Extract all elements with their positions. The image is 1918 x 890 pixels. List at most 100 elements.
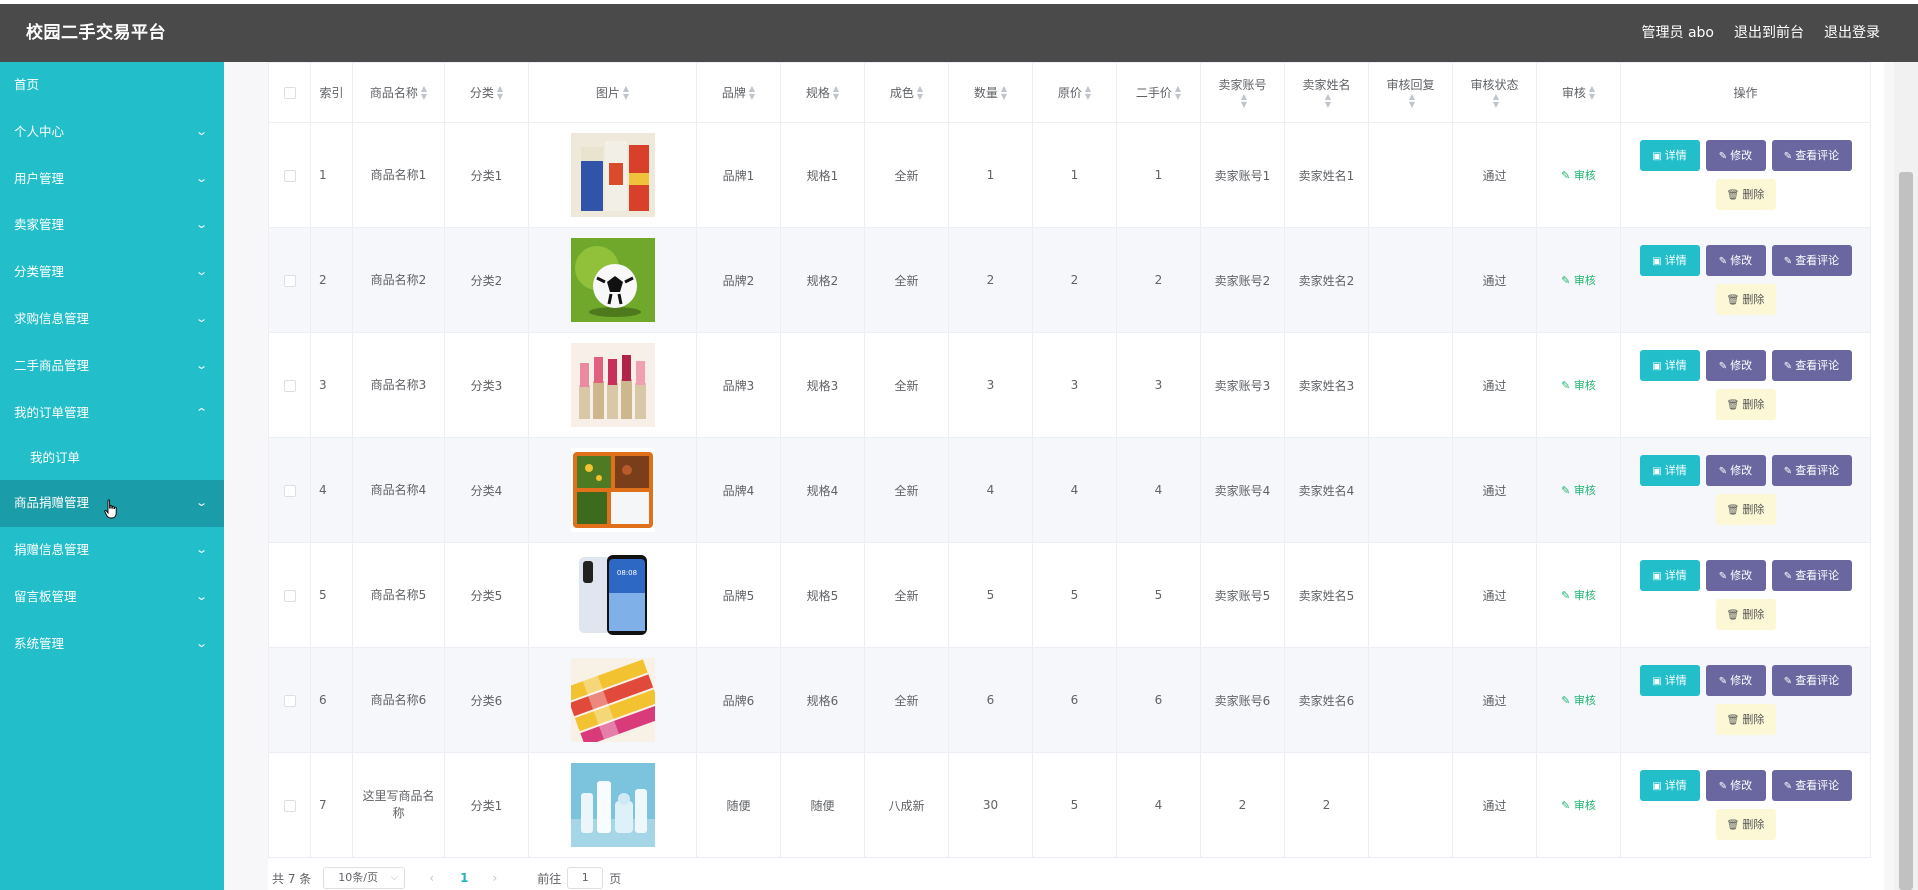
header-review-reply[interactable]: 审核回复 ▲ ▼ (1368, 62, 1453, 123)
sort-icon[interactable]: ▲ ▼ (1241, 93, 1247, 109)
sidebar-item-donation-info[interactable]: 捐赠信息管理 ⌄ (0, 527, 224, 574)
sort-icon[interactable]: ▲ ▼ (1001, 85, 1007, 101)
product-image[interactable] (570, 133, 655, 217)
view-comments-button[interactable]: ✎ 查看评论 (1771, 350, 1852, 381)
sort-icon[interactable]: ▲ ▼ (1175, 85, 1181, 101)
header-review[interactable]: 审核 ▲ ▼ (1536, 62, 1621, 123)
header-orig-price[interactable]: 原价 ▲ ▼ (1032, 62, 1117, 123)
edit-button[interactable]: ✎ 修改 (1705, 350, 1766, 381)
sort-icon[interactable]: ▲ ▼ (497, 85, 503, 101)
sidebar-item-secondhand[interactable]: 二手商品管理 ⌄ (0, 343, 224, 390)
delete-button[interactable]: 🗑 删除 (1715, 179, 1776, 210)
sort-icon[interactable]: ▲ ▼ (749, 85, 755, 101)
delete-button[interactable]: 🗑 删除 (1715, 494, 1776, 525)
detail-button[interactable]: ▣ 详情 (1639, 770, 1700, 801)
header-seller-account[interactable]: 卖家账号 ▲ ▼ (1200, 62, 1285, 123)
product-image[interactable] (570, 343, 655, 427)
sort-icon[interactable]: ▲ ▼ (1325, 93, 1331, 109)
sort-icon[interactable]: ▲ ▼ (421, 85, 427, 101)
goto-page-input[interactable]: 1 (567, 867, 604, 889)
edit-button[interactable]: ✎ 修改 (1705, 455, 1766, 486)
header-category[interactable]: 分类 ▲ ▼ (444, 62, 529, 123)
detail-button[interactable]: ▣ 详情 (1639, 350, 1700, 381)
view-comments-button[interactable]: ✎ 查看评论 (1771, 140, 1852, 171)
header-qty[interactable]: 数量 ▲ ▼ (948, 62, 1033, 123)
sidebar-item-messages[interactable]: 留言板管理 ⌄ (0, 574, 224, 621)
edit-button[interactable]: ✎ 修改 (1705, 245, 1766, 276)
sidebar-item-orders[interactable]: 我的订单管理 ⌃ (0, 390, 224, 437)
audit-link[interactable]: ✎ 审核 (1561, 274, 1596, 287)
audit-link[interactable]: ✎ 审核 (1561, 484, 1596, 497)
header-used-price[interactable]: 二手价 ▲ ▼ (1116, 62, 1201, 123)
sort-icon[interactable]: ▲ ▼ (833, 85, 839, 101)
audit-link[interactable]: ✎ 审核 (1561, 799, 1596, 812)
header-name[interactable]: 商品名称 ▲ ▼ (352, 62, 445, 123)
row-checkbox[interactable] (283, 379, 296, 392)
sidebar-item-users[interactable]: 用户管理 ⌄ (0, 156, 224, 203)
header-seller-name[interactable]: 卖家姓名 ▲ ▼ (1284, 62, 1369, 123)
audit-link[interactable]: ✎ 审核 (1561, 169, 1596, 182)
next-page-button[interactable]: › (492, 871, 497, 885)
edit-button[interactable]: ✎ 修改 (1705, 140, 1766, 171)
exit-to-front-link[interactable]: 退出到前台 (1734, 4, 1804, 62)
view-comments-button[interactable]: ✎ 查看评论 (1771, 770, 1852, 801)
delete-button[interactable]: 🗑 删除 (1715, 599, 1776, 630)
current-page[interactable]: 1 (460, 871, 468, 885)
sort-icon[interactable]: ▲ ▼ (1589, 85, 1595, 101)
audit-link[interactable]: ✎ 审核 (1561, 694, 1596, 707)
admin-label[interactable]: 管理员 abo (1642, 4, 1714, 62)
detail-button[interactable]: ▣ 详情 (1639, 140, 1700, 171)
sidebar-item-system[interactable]: 系统管理 ⌄ (0, 621, 224, 668)
product-image[interactable] (570, 658, 655, 742)
detail-button[interactable]: ▣ 详情 (1639, 560, 1700, 591)
sidebar-subitem-my-orders[interactable]: 我的订单 (0, 436, 224, 480)
audit-link[interactable]: ✎ 审核 (1561, 589, 1596, 602)
row-checkbox[interactable] (283, 169, 296, 182)
sidebar-item-profile[interactable]: 个人中心 ⌄ (0, 109, 224, 156)
row-checkbox[interactable] (283, 799, 296, 812)
header-spec[interactable]: 规格 ▲ ▼ (780, 62, 865, 123)
product-image[interactable]: 08:08 (570, 553, 655, 637)
logout-link[interactable]: 退出登录 (1824, 4, 1880, 62)
sort-icon[interactable]: ▲ ▼ (623, 85, 629, 101)
sidebar-item-wanted[interactable]: 求购信息管理 ⌄ (0, 296, 224, 343)
view-comments-button[interactable]: ✎ 查看评论 (1771, 665, 1852, 696)
sidebar-item-sellers[interactable]: 卖家管理 ⌄ (0, 202, 224, 249)
view-comments-button[interactable]: ✎ 查看评论 (1771, 455, 1852, 486)
select-all-checkbox[interactable] (283, 87, 296, 99)
sort-icon[interactable]: ▲ ▼ (1493, 93, 1499, 109)
scrollbar[interactable] (1894, 62, 1918, 890)
detail-button[interactable]: ▣ 详情 (1639, 665, 1700, 696)
sort-icon[interactable]: ▲ ▼ (1409, 93, 1415, 109)
delete-button[interactable]: 🗑 删除 (1715, 284, 1776, 315)
audit-link[interactable]: ✎ 审核 (1561, 379, 1596, 392)
delete-button[interactable]: 🗑 删除 (1715, 809, 1776, 840)
header-review-status[interactable]: 审核状态 ▲ ▼ (1452, 62, 1537, 123)
prev-page-button[interactable]: ‹ (429, 871, 434, 885)
view-comments-button[interactable]: ✎ 查看评论 (1771, 245, 1852, 276)
delete-button[interactable]: 🗑 删除 (1715, 389, 1776, 420)
page-size-select[interactable]: 10条/页 ⌵ (323, 867, 406, 889)
edit-button[interactable]: ✎ 修改 (1705, 560, 1766, 591)
detail-button[interactable]: ▣ 详情 (1639, 455, 1700, 486)
header-condition[interactable]: 成色 ▲ ▼ (864, 62, 949, 123)
sidebar-item-categories[interactable]: 分类管理 ⌄ (0, 249, 224, 296)
row-checkbox[interactable] (283, 589, 296, 602)
delete-button[interactable]: 🗑 删除 (1715, 704, 1776, 735)
header-brand[interactable]: 品牌 ▲ ▼ (696, 62, 781, 123)
product-image[interactable] (570, 238, 655, 322)
row-checkbox[interactable] (283, 484, 296, 497)
sidebar-item-home[interactable]: 首页 (0, 62, 224, 109)
view-comments-button[interactable]: ✎ 查看评论 (1771, 560, 1852, 591)
header-image[interactable]: 图片 ▲ ▼ (528, 62, 697, 123)
sort-icon[interactable]: ▲ ▼ (917, 85, 923, 101)
row-checkbox[interactable] (283, 274, 296, 287)
row-checkbox[interactable] (283, 694, 296, 707)
detail-button[interactable]: ▣ 详情 (1639, 245, 1700, 276)
scrollbar-thumb[interactable] (1899, 172, 1913, 890)
sort-icon[interactable]: ▲ ▼ (1085, 85, 1091, 101)
edit-button[interactable]: ✎ 修改 (1705, 770, 1766, 801)
product-image[interactable] (570, 763, 655, 847)
edit-button[interactable]: ✎ 修改 (1705, 665, 1766, 696)
product-image[interactable] (570, 448, 655, 532)
